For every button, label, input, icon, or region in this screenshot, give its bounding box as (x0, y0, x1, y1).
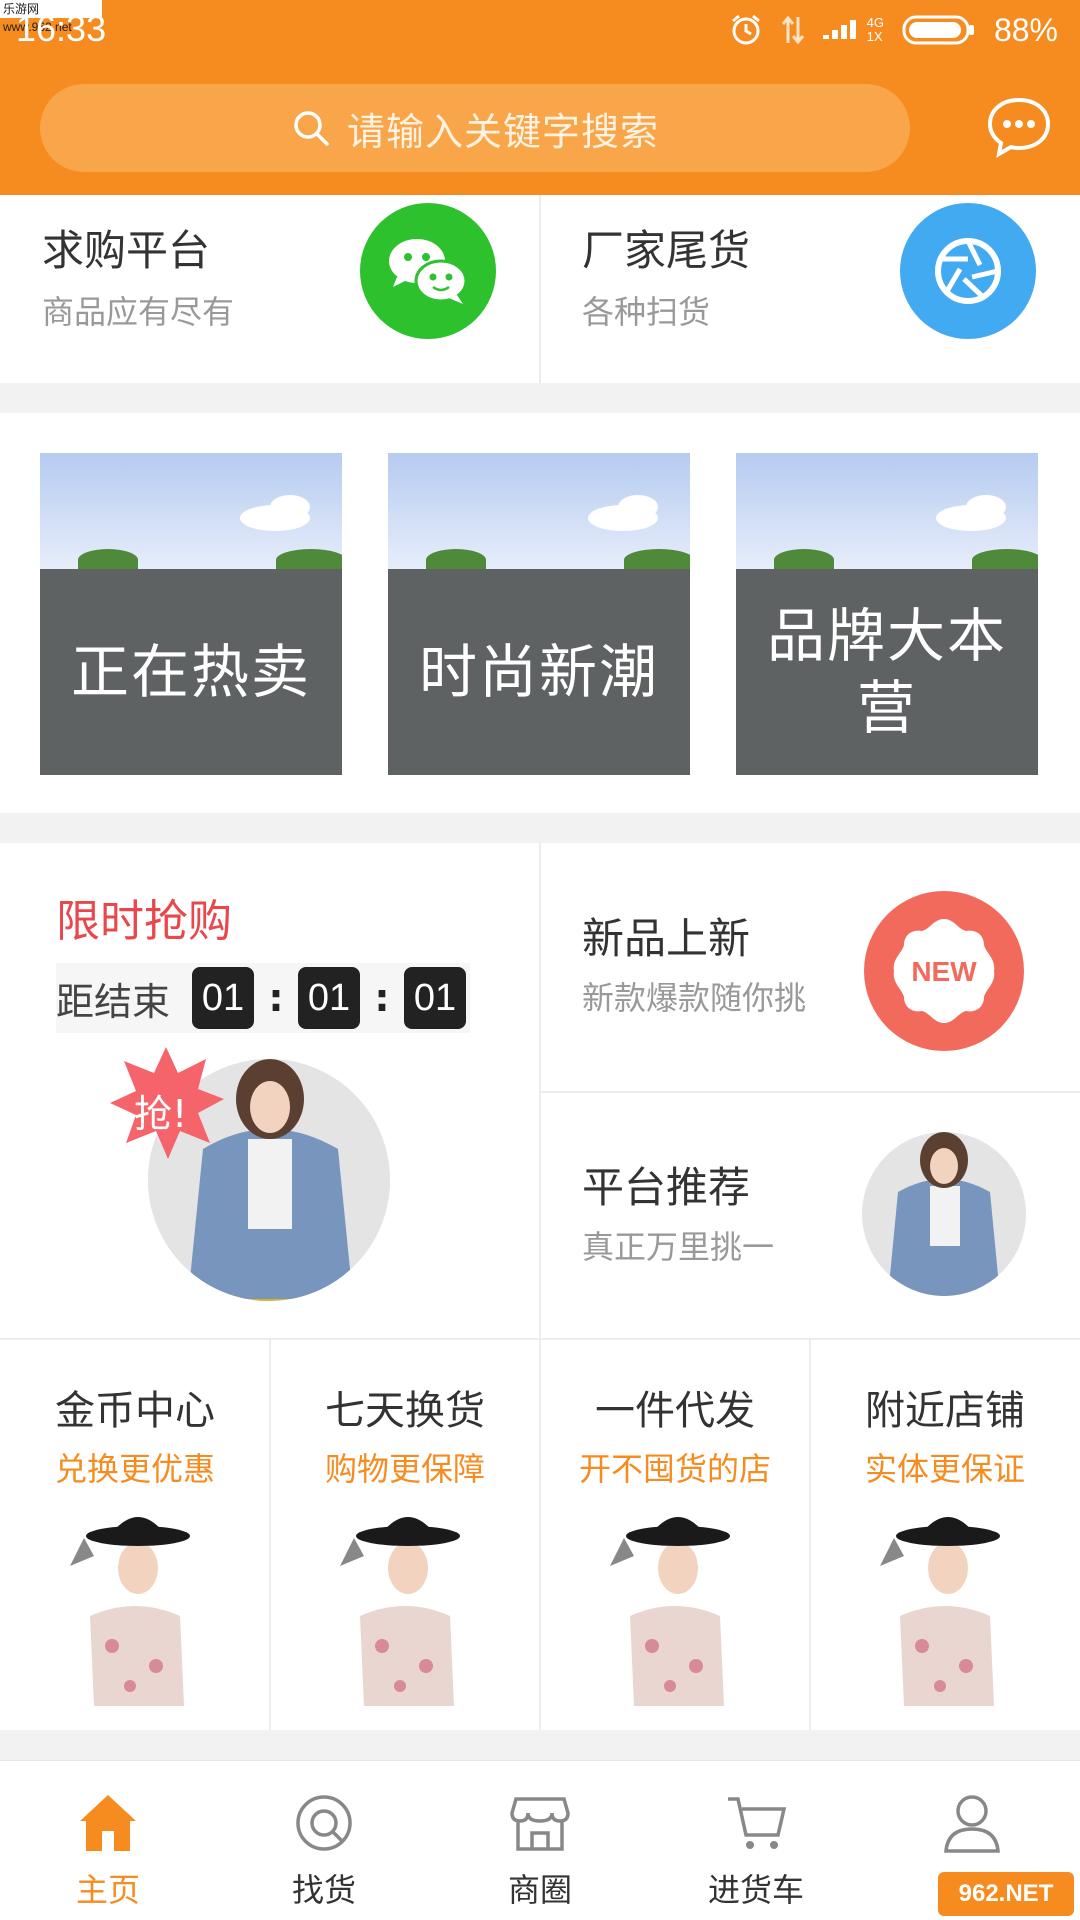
product-image (70, 1517, 190, 1706)
card-factory-surplus[interactable]: 厂家尾货 各种扫货 (540, 195, 1080, 383)
card-subtitle: 各种扫货 (582, 293, 711, 331)
countdown-seconds: 01 (404, 967, 467, 1029)
user-icon (944, 1795, 1000, 1853)
tab-label: 找货 (291, 1871, 356, 1909)
banner-image (40, 453, 342, 571)
wechat-icon (360, 203, 496, 339)
feature-subtitle: 购物更保障 (324, 1450, 485, 1488)
alarm-icon (731, 14, 760, 45)
feature-subtitle: 开不囤货的店 (578, 1450, 771, 1488)
product-image (880, 1517, 1000, 1706)
tab-label: 商圈 (507, 1871, 572, 1909)
countdown-colon: : (268, 976, 284, 1020)
status-time: 16:33 (16, 8, 107, 49)
card-subtitle: 新款爆款随你挑 (582, 979, 807, 1017)
recommend-image (862, 1132, 1026, 1296)
card-title: 平台推荐 (582, 1163, 751, 1212)
countdown-label: 距结束 (56, 979, 171, 1024)
search-input[interactable]: 请输入关键字搜索 (40, 84, 910, 172)
feature-title: 七天换货 (325, 1388, 485, 1434)
feature-subtitle: 实体更保证 (864, 1450, 1025, 1488)
feature-grid: 金币中心 兑换更优惠 七天换货 购物更保障 一件代发 开不囤货的店 附近店铺 实… (0, 1340, 1080, 1730)
card-title: 新品上新 (582, 914, 751, 963)
store-icon (510, 1797, 570, 1851)
card-platform-recommend[interactable]: 平台推荐 真正万里挑一 (540, 1092, 1080, 1340)
banner-image (736, 453, 1038, 571)
tab-cart[interactable]: 进货车 (648, 1761, 864, 1920)
feature-title: 一件代发 (595, 1388, 755, 1434)
countdown-hours: 01 (192, 967, 255, 1029)
search-placeholder: 请输入关键字搜索 (346, 109, 659, 154)
grab-badge-label: 抢! (134, 1092, 188, 1136)
flash-sale-panel[interactable]: 限时抢购 距结束 01 : 01 : 01 抢! (0, 843, 540, 1340)
feature-nearby-stores[interactable]: 附近店铺 实体更保证 (810, 1340, 1080, 1730)
status-icons: 4G 1X 88% (729, 10, 1058, 50)
battery-icon (902, 15, 974, 45)
card-new-arrivals[interactable]: 新品上新 新款爆款随你挑 NEW (540, 843, 1080, 1091)
card-subtitle: 商品应有尽有 (42, 293, 235, 331)
product-image (340, 1517, 460, 1706)
promo-section: 限时抢购 距结束 01 : 01 : 01 抢! 新品上新 新款爆款随你挑 NE… (0, 843, 1080, 1340)
tab-label: 进货车 (707, 1871, 804, 1909)
feature-seven-day-exchange[interactable]: 七天换货 购物更保障 (270, 1340, 540, 1730)
watermark-bottom: 962.NET (938, 1872, 1074, 1916)
banner-label: 时尚新潮 (418, 638, 659, 706)
feature-coin-center[interactable]: 金币中心 兑换更优惠 (0, 1340, 270, 1730)
flash-sale-title: 限时抢购 (56, 896, 232, 947)
feature-title: 金币中心 (55, 1388, 215, 1434)
signal-icon: 4G 1X (822, 15, 884, 45)
banner-image (388, 453, 690, 571)
top-cards: 求购平台 商品应有尽有 厂家尾货 各种扫货 (0, 195, 1080, 383)
network-sub: 1X (866, 29, 883, 44)
new-badge-icon: NEW (864, 891, 1024, 1051)
network-type: 4G (866, 15, 884, 30)
countdown: 距结束 01 : 01 : 01 (56, 963, 470, 1033)
bottom-tab-bar: 主页 找货 商圈 进货车 我的 (0, 1760, 1080, 1920)
tab-label: 主页 (75, 1871, 140, 1909)
card-subtitle: 真正万里挑一 (582, 1228, 775, 1266)
card-title: 厂家尾货 (582, 226, 751, 275)
banner-label: 品牌大本营 (766, 602, 1007, 742)
data-transfer-icon (781, 15, 804, 45)
banner-label: 正在热卖 (70, 638, 311, 706)
feature-title: 附近店铺 (865, 1388, 1025, 1434)
tab-home[interactable]: 主页 (0, 1761, 216, 1920)
feature-dropshipping[interactable]: 一件代发 开不囤货的店 (540, 1340, 810, 1730)
banner-section: 正在热卖 时尚新潮 品牌大本营 (0, 413, 1080, 813)
product-image (610, 1517, 730, 1706)
banner-hot-sale[interactable]: 正在热卖 (40, 453, 342, 775)
new-badge-text: NEW (911, 956, 977, 987)
countdown-colon: : (374, 976, 390, 1020)
tab-find-goods[interactable]: 找货 (216, 1761, 432, 1920)
shutter-icon (900, 203, 1036, 339)
header: 乐游网 www.962.net 16:33 4G 1X 88% 请输入关键字搜索 (0, 0, 1080, 195)
home-icon (80, 1795, 136, 1851)
countdown-minutes: 01 (298, 967, 361, 1029)
message-icon[interactable] (985, 94, 1053, 162)
card-title: 求购平台 (42, 226, 211, 275)
tab-business-circle[interactable]: 商圈 (432, 1761, 648, 1920)
feature-subtitle: 兑换更优惠 (54, 1450, 215, 1488)
banner-brands[interactable]: 品牌大本营 (736, 453, 1038, 775)
cart-icon (728, 1797, 787, 1849)
search-goods-icon (296, 1795, 352, 1851)
banner-fashion[interactable]: 时尚新潮 (388, 453, 690, 775)
battery-percent: 88% (993, 11, 1058, 48)
search-icon (294, 111, 329, 146)
card-purchase-platform[interactable]: 求购平台 商品应有尽有 (0, 195, 540, 383)
